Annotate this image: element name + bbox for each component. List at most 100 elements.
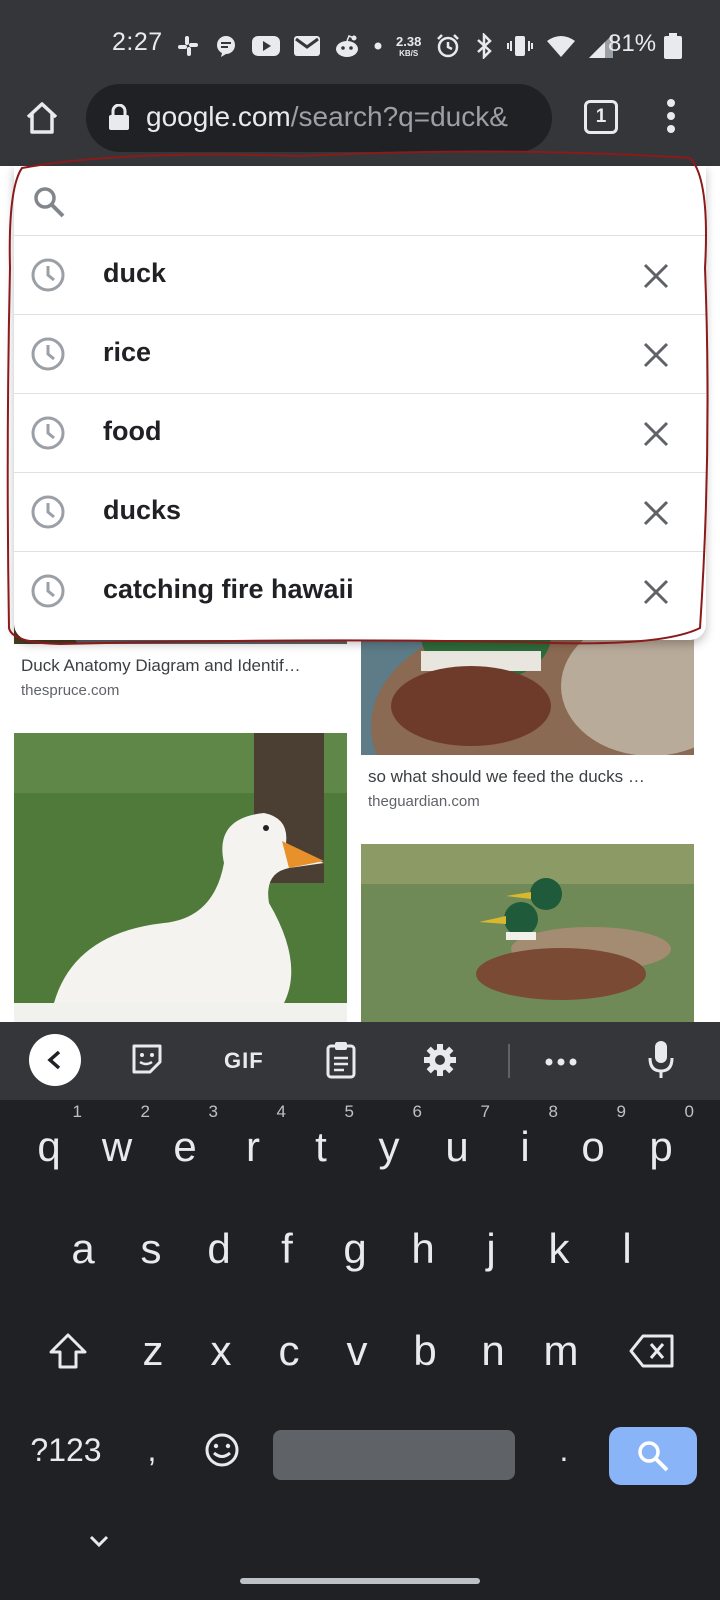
messages-icon: [214, 34, 238, 58]
key-number: 6: [412, 1102, 422, 1121]
network-speed-value: 2.38: [396, 33, 422, 49]
key-k[interactable]: k: [524, 1204, 594, 1294]
key-label: m: [543, 1327, 579, 1374]
gesture-nav-handle[interactable]: [240, 1578, 480, 1584]
remove-suggestion-icon[interactable]: [641, 498, 671, 528]
key-p[interactable]: p0: [626, 1102, 696, 1192]
backspace-key[interactable]: [616, 1306, 688, 1396]
url-host: google.com: [146, 101, 291, 132]
microphone-icon[interactable]: [648, 1040, 674, 1085]
result-caption[interactable]: so what should we feed the ducks …: [368, 767, 645, 787]
result-source[interactable]: theguardian.com: [368, 793, 480, 810]
clipboard-icon[interactable]: [326, 1041, 356, 1084]
key-label: g: [343, 1225, 367, 1272]
suggestion-label: duck: [103, 258, 167, 288]
home-button[interactable]: [24, 100, 60, 136]
key-h[interactable]: h: [388, 1204, 458, 1294]
gmail-icon: [294, 36, 320, 56]
key-label: d: [207, 1225, 231, 1272]
key-label: b: [413, 1327, 437, 1374]
chevron-left-icon: [47, 1050, 61, 1070]
alarm-icon: [435, 33, 461, 59]
key-d[interactable]: d: [184, 1204, 254, 1294]
key-b[interactable]: b: [390, 1306, 460, 1396]
home-icon: [26, 102, 58, 134]
key-s[interactable]: s: [116, 1204, 186, 1294]
search-input[interactable]: [90, 180, 650, 220]
key-label: k: [548, 1225, 570, 1272]
tab-switcher-button[interactable]: 1: [584, 100, 618, 134]
key-i[interactable]: i8: [490, 1102, 560, 1192]
key-x[interactable]: x: [186, 1306, 256, 1396]
bluetooth-icon: [475, 33, 493, 59]
history-clock-icon: [30, 415, 66, 456]
symbols-key[interactable]: ?123: [22, 1410, 110, 1490]
suggestion-item[interactable]: ducks: [14, 473, 706, 552]
clock-time: 2:27: [112, 28, 163, 56]
emoji-icon: [205, 1433, 239, 1467]
result-image-mallards-water[interactable]: [361, 844, 694, 1022]
key-g[interactable]: g: [320, 1204, 390, 1294]
url-text: google.com/search?q=duck&: [146, 101, 508, 133]
hide-keyboard-button[interactable]: [88, 1534, 110, 1553]
search-icon: [638, 1441, 669, 1472]
more-horiz-icon[interactable]: [545, 1054, 577, 1072]
key-a[interactable]: a: [48, 1204, 118, 1294]
history-clock-icon: [30, 573, 66, 614]
suggestion-item[interactable]: rice: [14, 315, 706, 394]
search-submit-key[interactable]: [609, 1427, 697, 1485]
url-path: /search?q=duck&: [290, 101, 508, 132]
key-m[interactable]: m: [526, 1306, 596, 1396]
key-number: 1: [72, 1102, 82, 1121]
remove-suggestion-icon[interactable]: [641, 340, 671, 370]
remove-suggestion-icon[interactable]: [641, 261, 671, 291]
more-dot-icon: [374, 42, 382, 50]
address-bar[interactable]: google.com/search?q=duck&: [86, 84, 552, 152]
key-y[interactable]: y6: [354, 1102, 424, 1192]
comma-key[interactable]: ,: [128, 1410, 176, 1490]
key-j[interactable]: j: [456, 1204, 526, 1294]
search-suggestions-dropdown: duck rice food ducks catching fire hawai…: [14, 166, 706, 640]
period-key[interactable]: .: [540, 1410, 588, 1490]
key-t[interactable]: t5: [286, 1102, 356, 1192]
key-z[interactable]: z: [118, 1306, 188, 1396]
result-source[interactable]: thespruce.com: [21, 682, 119, 699]
key-l[interactable]: l: [592, 1204, 662, 1294]
toolbar-divider: [508, 1044, 510, 1078]
key-label: r: [246, 1123, 260, 1170]
settings-gear-icon[interactable]: [423, 1043, 457, 1082]
suggestion-item[interactable]: catching fire hawaii: [14, 552, 706, 631]
network-speed-unit: KB/S: [399, 48, 419, 58]
key-u[interactable]: u7: [422, 1102, 492, 1192]
shift-key[interactable]: [40, 1306, 96, 1396]
space-bar[interactable]: [273, 1430, 515, 1480]
key-e[interactable]: e3: [150, 1102, 220, 1192]
result-caption[interactable]: Duck Anatomy Diagram and Identif…: [21, 656, 301, 676]
key-label: s: [140, 1225, 162, 1272]
suggestion-item[interactable]: duck: [14, 236, 706, 315]
key-c[interactable]: c: [254, 1306, 324, 1396]
chevron-down-icon: [89, 1535, 109, 1548]
key-o[interactable]: o9: [558, 1102, 628, 1192]
key-label: u: [445, 1123, 469, 1170]
history-clock-icon: [30, 257, 66, 298]
key-label: z: [142, 1327, 164, 1374]
suggestion-item[interactable]: food: [14, 394, 706, 473]
key-f[interactable]: f: [252, 1204, 322, 1294]
keyboard-back-button[interactable]: [29, 1034, 81, 1086]
sticker-icon[interactable]: [130, 1042, 164, 1081]
result-image-white-duck[interactable]: [14, 733, 347, 1022]
slack-icon: [176, 34, 200, 58]
remove-suggestion-icon[interactable]: [641, 577, 671, 607]
key-q[interactable]: q1: [14, 1102, 84, 1192]
overflow-menu-button[interactable]: [654, 96, 688, 136]
key-label: t: [315, 1123, 327, 1170]
emoji-key[interactable]: [194, 1410, 250, 1490]
key-n[interactable]: n: [458, 1306, 528, 1396]
key-label: c: [278, 1327, 300, 1374]
key-r[interactable]: r4: [218, 1102, 288, 1192]
key-w[interactable]: w2: [82, 1102, 152, 1192]
gif-button[interactable]: GIF: [224, 1048, 264, 1074]
key-v[interactable]: v: [322, 1306, 392, 1396]
remove-suggestion-icon[interactable]: [641, 419, 671, 449]
